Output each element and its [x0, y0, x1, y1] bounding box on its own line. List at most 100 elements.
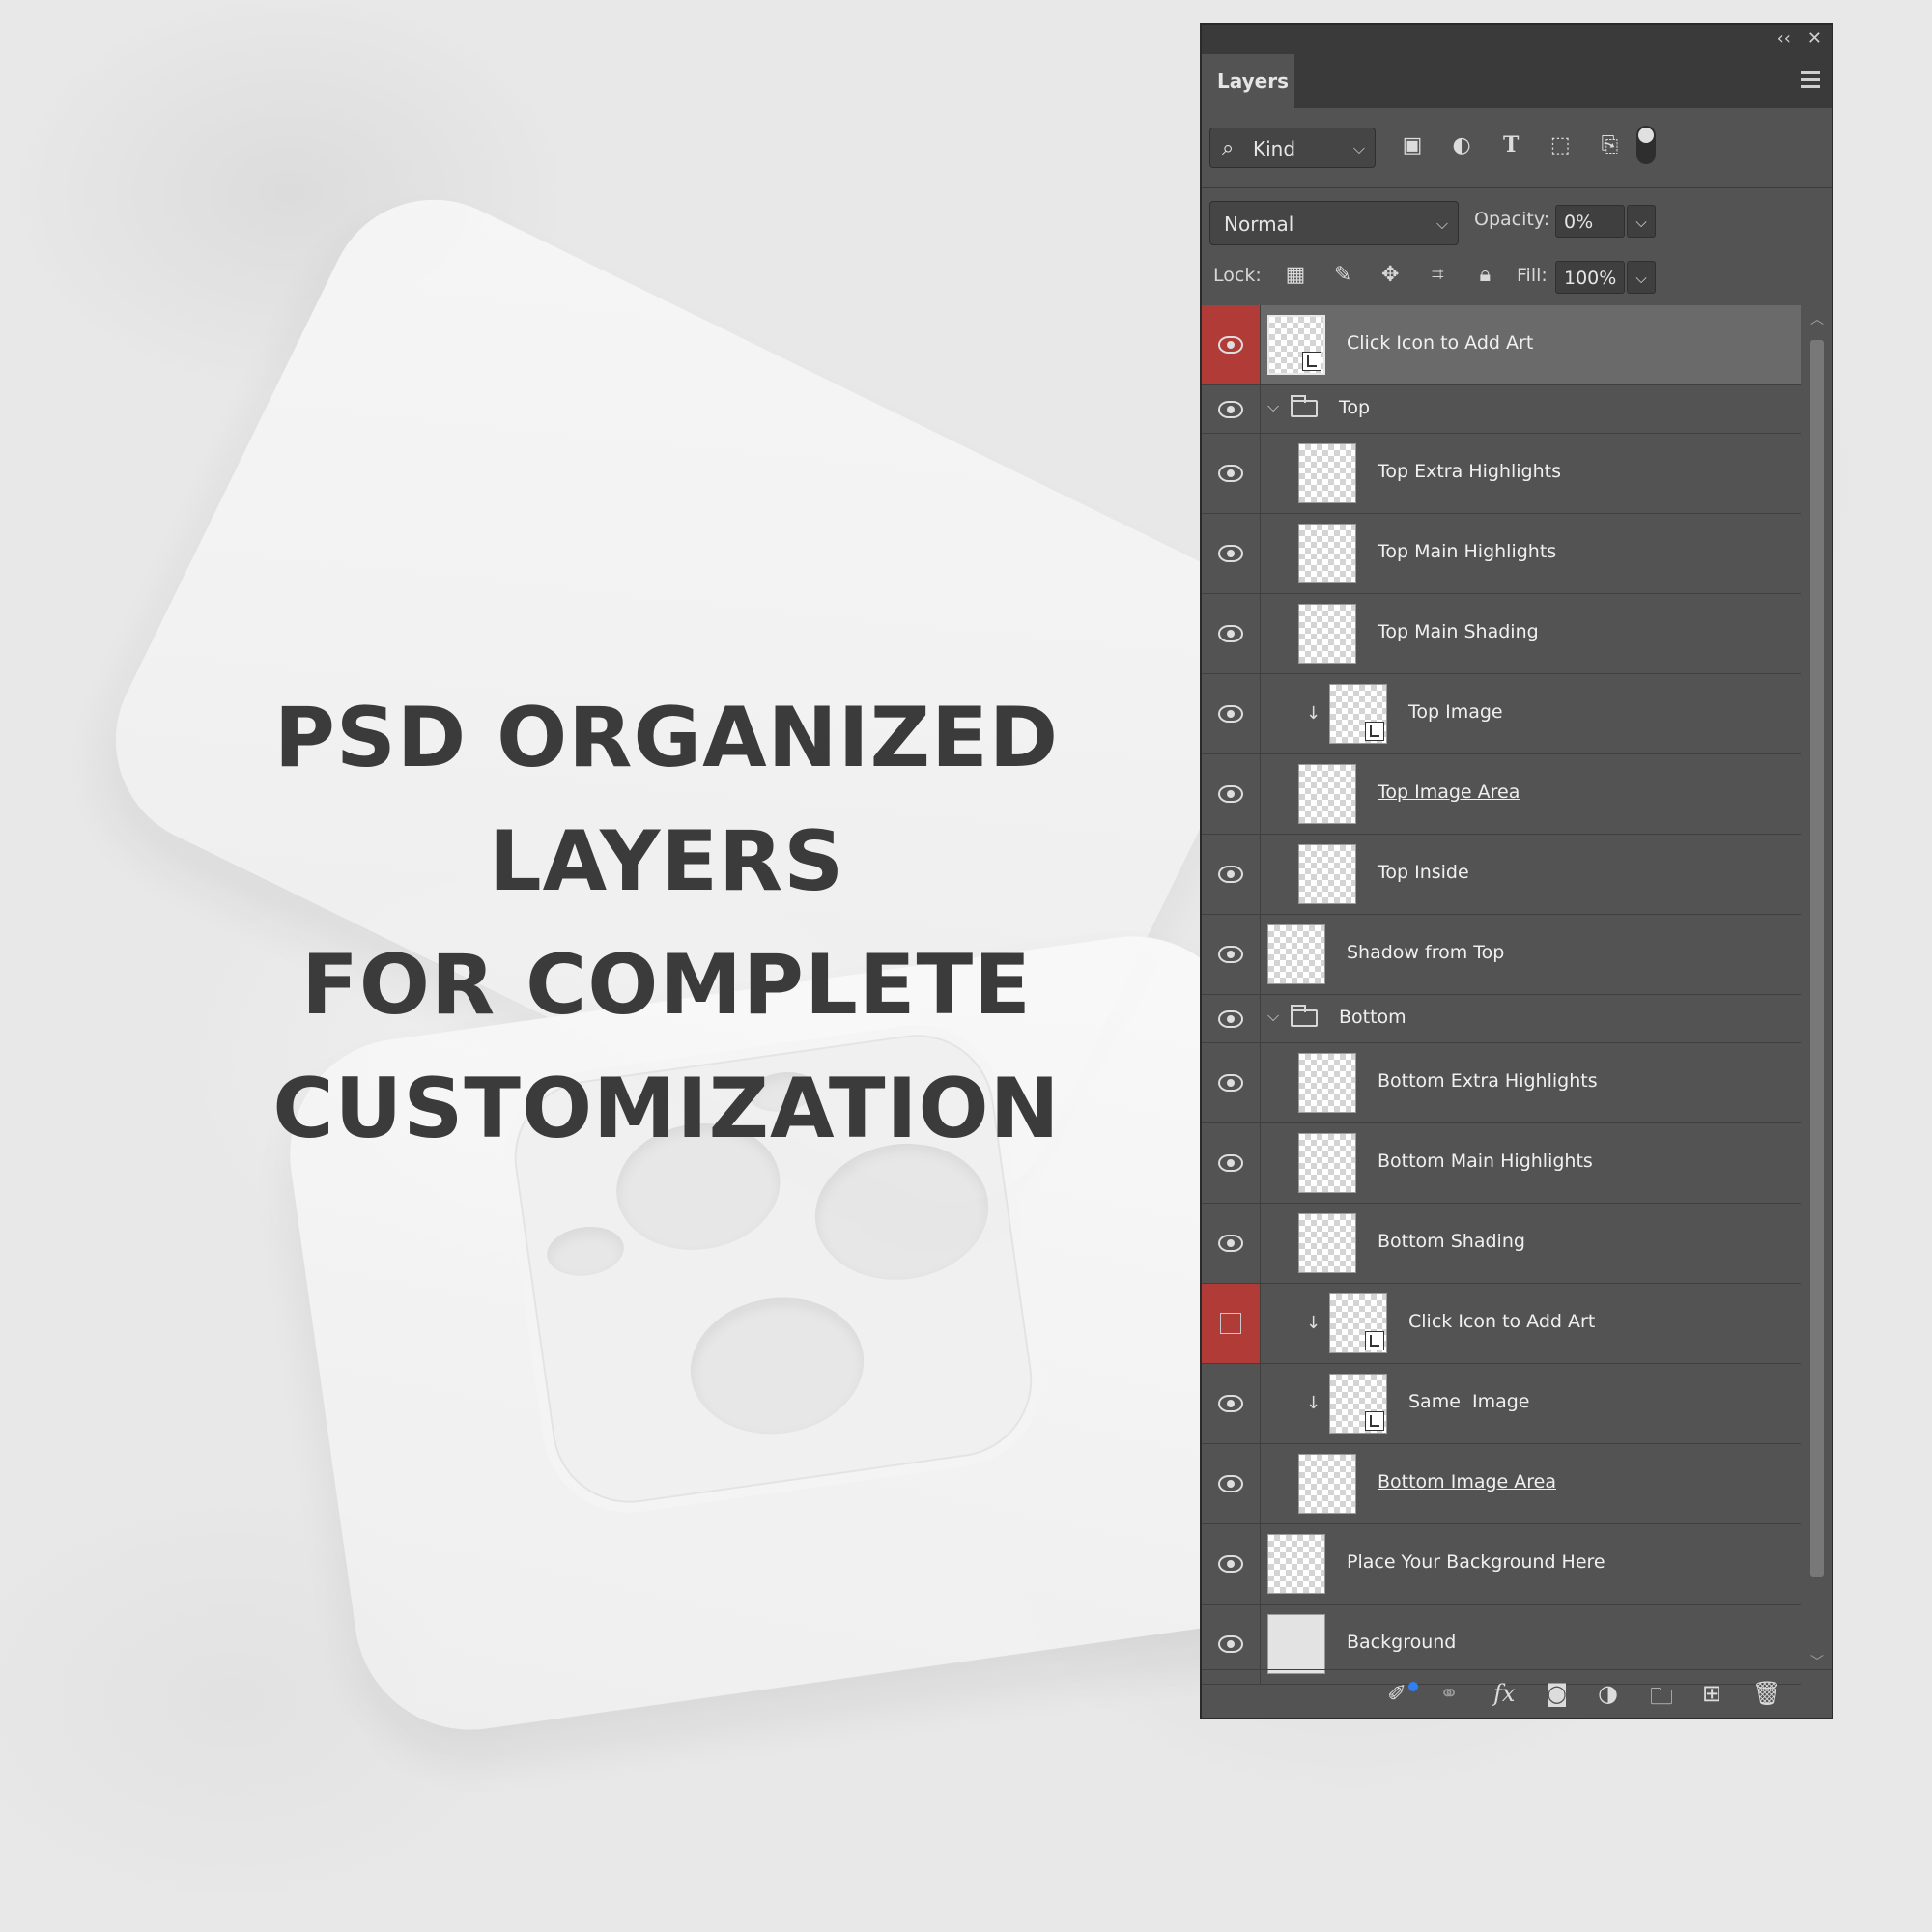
layer-thumbnail — [1298, 443, 1356, 503]
layer-name: Top Extra Highlights — [1378, 461, 1561, 482]
close-icon[interactable]: ✕ — [1807, 28, 1822, 48]
layer-thumbnail — [1298, 1454, 1356, 1514]
lock-image-icon[interactable]: ✎ — [1328, 261, 1357, 290]
eye-icon — [1218, 1635, 1243, 1653]
layer-row[interactable]: Shadow from Top — [1202, 915, 1801, 995]
opacity-label: Opacity: — [1474, 209, 1550, 230]
fx-icon[interactable]: fx — [1493, 1680, 1515, 1707]
chevron-down-icon[interactable]: ⌵ — [1267, 1007, 1279, 1026]
visibility-toggle[interactable] — [1202, 1204, 1261, 1283]
filter-icons: ▣ ◐ T ⬚ ⎘ — [1399, 131, 1640, 159]
layer-thumbnail — [1298, 524, 1356, 583]
eye-icon — [1218, 946, 1243, 963]
visibility-toggle[interactable] — [1202, 1364, 1261, 1443]
smart-object-icon — [1365, 722, 1384, 741]
layer-list-scrollbar[interactable]: ︿ ﹀ — [1806, 305, 1828, 1670]
eye-icon — [1218, 1009, 1243, 1028]
filter-kind-select[interactable]: ⌕ Kind ⌵ — [1209, 128, 1376, 168]
folder-icon[interactable]: 🗀︎ — [1650, 1680, 1673, 1719]
layer-row[interactable]: Click Icon to Add Art — [1202, 305, 1801, 385]
layer-row[interactable]: Bottom Extra Highlights — [1202, 1043, 1801, 1123]
collapse-icon[interactable]: ‹‹ — [1777, 28, 1791, 48]
trash-icon[interactable]: 🗑︎ — [1752, 1680, 1781, 1707]
layer-row[interactable]: Place Your Background Here — [1202, 1524, 1801, 1605]
pixel-filter-icon[interactable]: ▣ — [1399, 132, 1426, 159]
type-filter-icon[interactable]: T — [1497, 131, 1524, 158]
link-icon[interactable]: ⚭ — [1439, 1680, 1459, 1707]
headline-line-1: PSD ORGANIZED LAYERS — [273, 690, 1060, 910]
lock-position-icon[interactable]: ✥ — [1376, 261, 1405, 290]
visibility-toggle[interactable] — [1202, 1284, 1261, 1363]
fill-slider-toggle[interactable]: ⌵ — [1627, 261, 1656, 294]
lock-artboard-icon[interactable]: ⌗ — [1423, 261, 1452, 290]
visibility-toggle[interactable] — [1202, 305, 1261, 384]
layer-name: Top Image — [1408, 701, 1503, 723]
smart-object-icon — [1302, 352, 1321, 371]
layer-name: Place Your Background Here — [1347, 1551, 1605, 1573]
layer-row[interactable]: Top Extra Highlights — [1202, 434, 1801, 514]
eye-icon — [1218, 1154, 1243, 1172]
layer-name: Top — [1339, 397, 1371, 418]
filter-toggle[interactable] — [1636, 126, 1656, 164]
layer-thumbnail — [1298, 604, 1356, 664]
headline: PSD ORGANIZED LAYERS FOR COMPLETE CUSTOM… — [213, 676, 1121, 1171]
filter-kind-label: Kind — [1253, 137, 1296, 160]
visibility-toggle[interactable] — [1202, 915, 1261, 994]
lock-transparent-icon[interactable]: ▦ — [1281, 261, 1310, 290]
chevron-down-icon[interactable]: ⌵ — [1267, 397, 1279, 416]
lock-label: Lock: — [1213, 265, 1262, 286]
visibility-toggle[interactable] — [1202, 434, 1261, 513]
visibility-toggle[interactable] — [1202, 995, 1261, 1042]
visibility-toggle[interactable] — [1202, 674, 1261, 753]
layer-row[interactable]: Bottom Main Highlights — [1202, 1123, 1801, 1204]
scrollbar-thumb[interactable] — [1810, 340, 1824, 1577]
adjustment-icon[interactable]: ◑ — [1598, 1680, 1618, 1707]
layer-thumbnail — [1267, 924, 1325, 984]
blend-mode-select[interactable]: Normal ⌵ — [1209, 201, 1459, 245]
panel-menu-icon[interactable] — [1801, 71, 1820, 92]
visibility-toggle[interactable] — [1202, 1123, 1261, 1203]
headline-line-2: FOR COMPLETE — [301, 937, 1032, 1034]
layer-name: Bottom Image Area — [1378, 1471, 1556, 1492]
visibility-toggle[interactable] — [1202, 1444, 1261, 1523]
visibility-toggle[interactable] — [1202, 385, 1261, 433]
visibility-toggle[interactable] — [1202, 1524, 1261, 1604]
fill-input[interactable]: 100% — [1555, 261, 1625, 294]
tab-layers[interactable]: Layers — [1202, 54, 1294, 108]
shape-filter-icon[interactable]: ⬚ — [1547, 132, 1574, 159]
mask-icon[interactable]: ◙ — [1546, 1680, 1568, 1707]
layer-row[interactable]: Bottom Image Area — [1202, 1444, 1801, 1524]
eye-icon — [1218, 1235, 1243, 1252]
smart-object-filter-icon[interactable]: ⎘ — [1596, 132, 1623, 159]
clipping-mask-icon: ↓ — [1306, 1313, 1321, 1333]
chevron-down-icon[interactable]: ﹀ — [1810, 1652, 1824, 1671]
layer-row[interactable]: Top Main Shading — [1202, 594, 1801, 674]
brush-icon[interactable]: ✐ — [1387, 1680, 1406, 1707]
layer-row[interactable]: ↓ Same Image — [1202, 1364, 1801, 1444]
lock-row: Lock: ▦ ✎ ✥ ⌗ 🔒︎ Fill: 100% ⌵ — [1202, 253, 1832, 301]
adjustment-filter-icon[interactable]: ◐ — [1448, 132, 1475, 159]
visibility-toggle[interactable] — [1202, 835, 1261, 914]
blend-row: Normal ⌵ Opacity: 0% ⌵ — [1202, 199, 1832, 249]
visibility-toggle[interactable] — [1202, 594, 1261, 673]
filter-row: ⌕ Kind ⌵ ▣ ◐ T ⬚ ⎘ — [1202, 122, 1832, 180]
smart-object-icon — [1365, 1411, 1384, 1431]
new-layer-icon[interactable]: ⊞ — [1702, 1680, 1721, 1707]
layer-row[interactable]: ↓ Top Image — [1202, 674, 1801, 754]
layer-group-row[interactable]: ⌵ Bottom — [1202, 995, 1801, 1043]
layer-row[interactable]: Top Inside — [1202, 835, 1801, 915]
visibility-toggle[interactable] — [1202, 1043, 1261, 1122]
visibility-toggle[interactable] — [1202, 754, 1261, 834]
layer-row[interactable]: Bottom Shading — [1202, 1204, 1801, 1284]
opacity-slider-toggle[interactable]: ⌵ — [1627, 205, 1656, 238]
chevron-up-icon[interactable]: ︿ — [1810, 309, 1824, 328]
opacity-input[interactable]: 0% — [1555, 205, 1625, 238]
visibility-toggle[interactable] — [1202, 514, 1261, 593]
layer-row[interactable]: ↓ Click Icon to Add Art — [1202, 1284, 1801, 1364]
layer-row[interactable]: Top Main Highlights — [1202, 514, 1801, 594]
layer-thumbnail — [1298, 764, 1356, 824]
layer-name: Top Main Highlights — [1378, 541, 1557, 562]
layer-group-row[interactable]: ⌵ Top — [1202, 385, 1801, 434]
lock-all-icon[interactable]: 🔒︎ — [1470, 261, 1499, 290]
layer-row[interactable]: Top Image Area — [1202, 754, 1801, 835]
